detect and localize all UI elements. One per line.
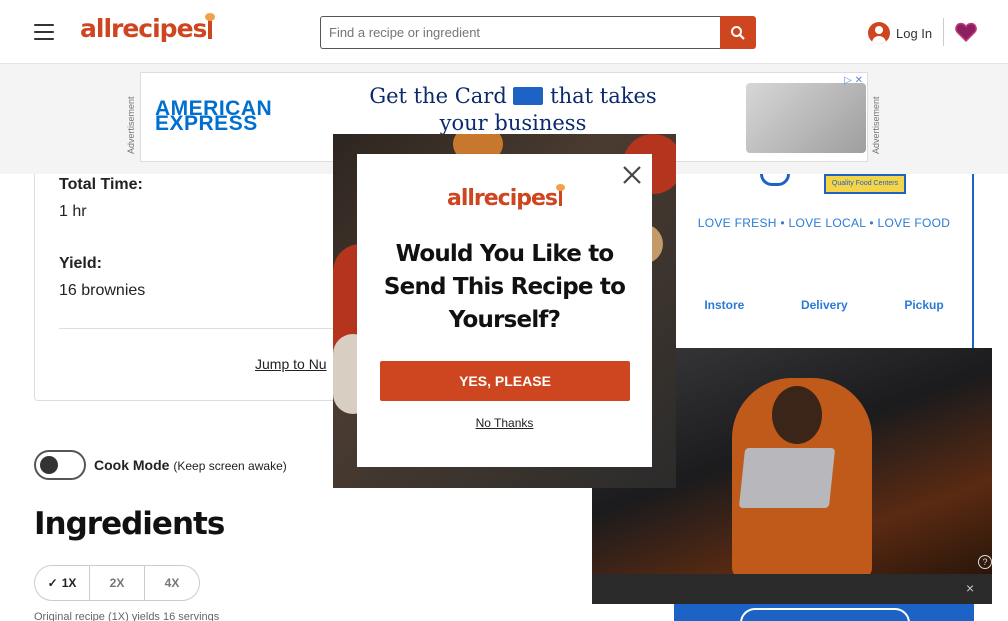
amex-logo: AMERICAN EXPRESS xyxy=(155,97,273,135)
qfc-graphic xyxy=(760,174,790,186)
qfc-option-instore: Instore xyxy=(704,298,745,312)
cook-mode-toggle[interactable] xyxy=(34,450,86,480)
modal-title: Would You Like to Send This Recipe to Yo… xyxy=(383,241,626,333)
video-help-icon[interactable]: ? xyxy=(978,555,992,569)
ad-label-left: Advertisement xyxy=(126,96,136,154)
no-thanks-link[interactable]: No Thanks xyxy=(357,416,652,430)
ad-label-right: Advertisement xyxy=(871,96,881,154)
heart-icon[interactable] xyxy=(955,22,977,42)
yield-label: Yield: xyxy=(59,255,102,272)
search-icon xyxy=(731,25,745,40)
login-link[interactable]: Log In xyxy=(868,22,932,44)
video-close-icon[interactable]: × xyxy=(966,580,974,596)
recipe-details-box: Total Time: 1 hr Yield: 16 brownies Jump… xyxy=(34,174,379,401)
search-button[interactable] xyxy=(720,16,756,49)
scale-1x-button[interactable]: ✓ 1X xyxy=(35,566,90,600)
yield-value: 16 brownies xyxy=(59,282,146,299)
total-time-label: Total Time: xyxy=(59,176,143,193)
jump-to-nutrition-link[interactable]: Jump to Nu xyxy=(255,356,327,372)
cook-mode-label: Cook Mode (Keep screen awake) xyxy=(94,457,287,473)
site-logo[interactable]: allrecipes xyxy=(80,13,216,43)
details-divider xyxy=(59,328,379,329)
login-label: Log In xyxy=(896,25,933,41)
search-field[interactable] xyxy=(320,16,720,49)
video-control-bar xyxy=(592,574,992,604)
hamburger-icon[interactable] xyxy=(34,24,54,40)
amex-card-image xyxy=(746,83,866,153)
qfc-side-ad[interactable]: Quality Food Centers LOVE FRESH • LOVE L… xyxy=(674,174,974,350)
scale-4x-button[interactable]: 4X xyxy=(145,566,199,600)
logo-text: allrecipes xyxy=(80,14,207,43)
qfc-logo: Quality Food Centers xyxy=(824,174,906,194)
scale-selector: ✓ 1X 2X 4X xyxy=(34,565,200,601)
adchoices-icon[interactable]: ▷ ✕ xyxy=(844,75,863,86)
send-recipe-modal: allrecipes Would You Like to Send This R… xyxy=(357,154,652,467)
close-icon[interactable] xyxy=(621,164,643,186)
modal-logo: allrecipes xyxy=(357,184,652,211)
servings-note: Original recipe (1X) yields 16 servings xyxy=(34,611,220,621)
qfc-tagline: LOVE FRESH • LOVE LOCAL • LOVE FOOD xyxy=(697,216,951,230)
qfc-option-pickup: Pickup xyxy=(904,298,944,312)
header-divider xyxy=(943,18,944,46)
site-header: allrecipes Log In xyxy=(0,0,1008,64)
ingredients-heading: Ingredients xyxy=(34,506,225,542)
qfc-option-delivery: Delivery xyxy=(800,298,848,312)
qfc-options: Instore Delivery Pickup xyxy=(676,298,972,312)
user-icon xyxy=(868,22,890,44)
check-icon: ✓ xyxy=(47,576,58,590)
total-time-value: 1 hr xyxy=(59,203,87,220)
yes-please-button[interactable]: YES, PLEASE xyxy=(380,361,630,401)
search-input[interactable] xyxy=(321,17,720,48)
scale-2x-button[interactable]: 2X xyxy=(90,566,145,600)
